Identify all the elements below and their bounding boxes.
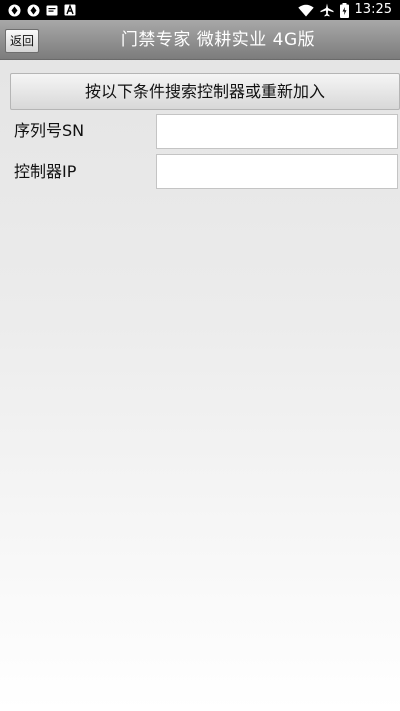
status-right-icons: 13:25 — [297, 0, 392, 20]
wifi-icon — [297, 4, 314, 16]
title-bar: 返回 门禁专家 微耕实业 4G版 — [0, 20, 400, 60]
search-controller-button[interactable]: 按以下条件搜索控制器或重新加入 — [10, 73, 400, 110]
font-a-icon — [64, 4, 76, 16]
sn-input[interactable] — [156, 114, 398, 149]
sn-label: 序列号SN — [14, 121, 85, 140]
status-left-icons — [8, 0, 76, 20]
sync-icon — [27, 4, 40, 16]
message-icon — [46, 5, 58, 15]
battery-icon — [339, 2, 349, 18]
ip-input[interactable] — [156, 154, 398, 189]
ip-label: 控制器IP — [14, 162, 77, 181]
app-title: 门禁专家 微耕实业 4G版 — [120, 30, 316, 50]
status-bar: 13:25 — [0, 0, 400, 20]
back-button[interactable]: 返回 — [5, 29, 39, 53]
status-time: 13:25 — [354, 2, 392, 17]
airplane-icon — [320, 3, 334, 17]
sync-icon — [8, 4, 21, 16]
